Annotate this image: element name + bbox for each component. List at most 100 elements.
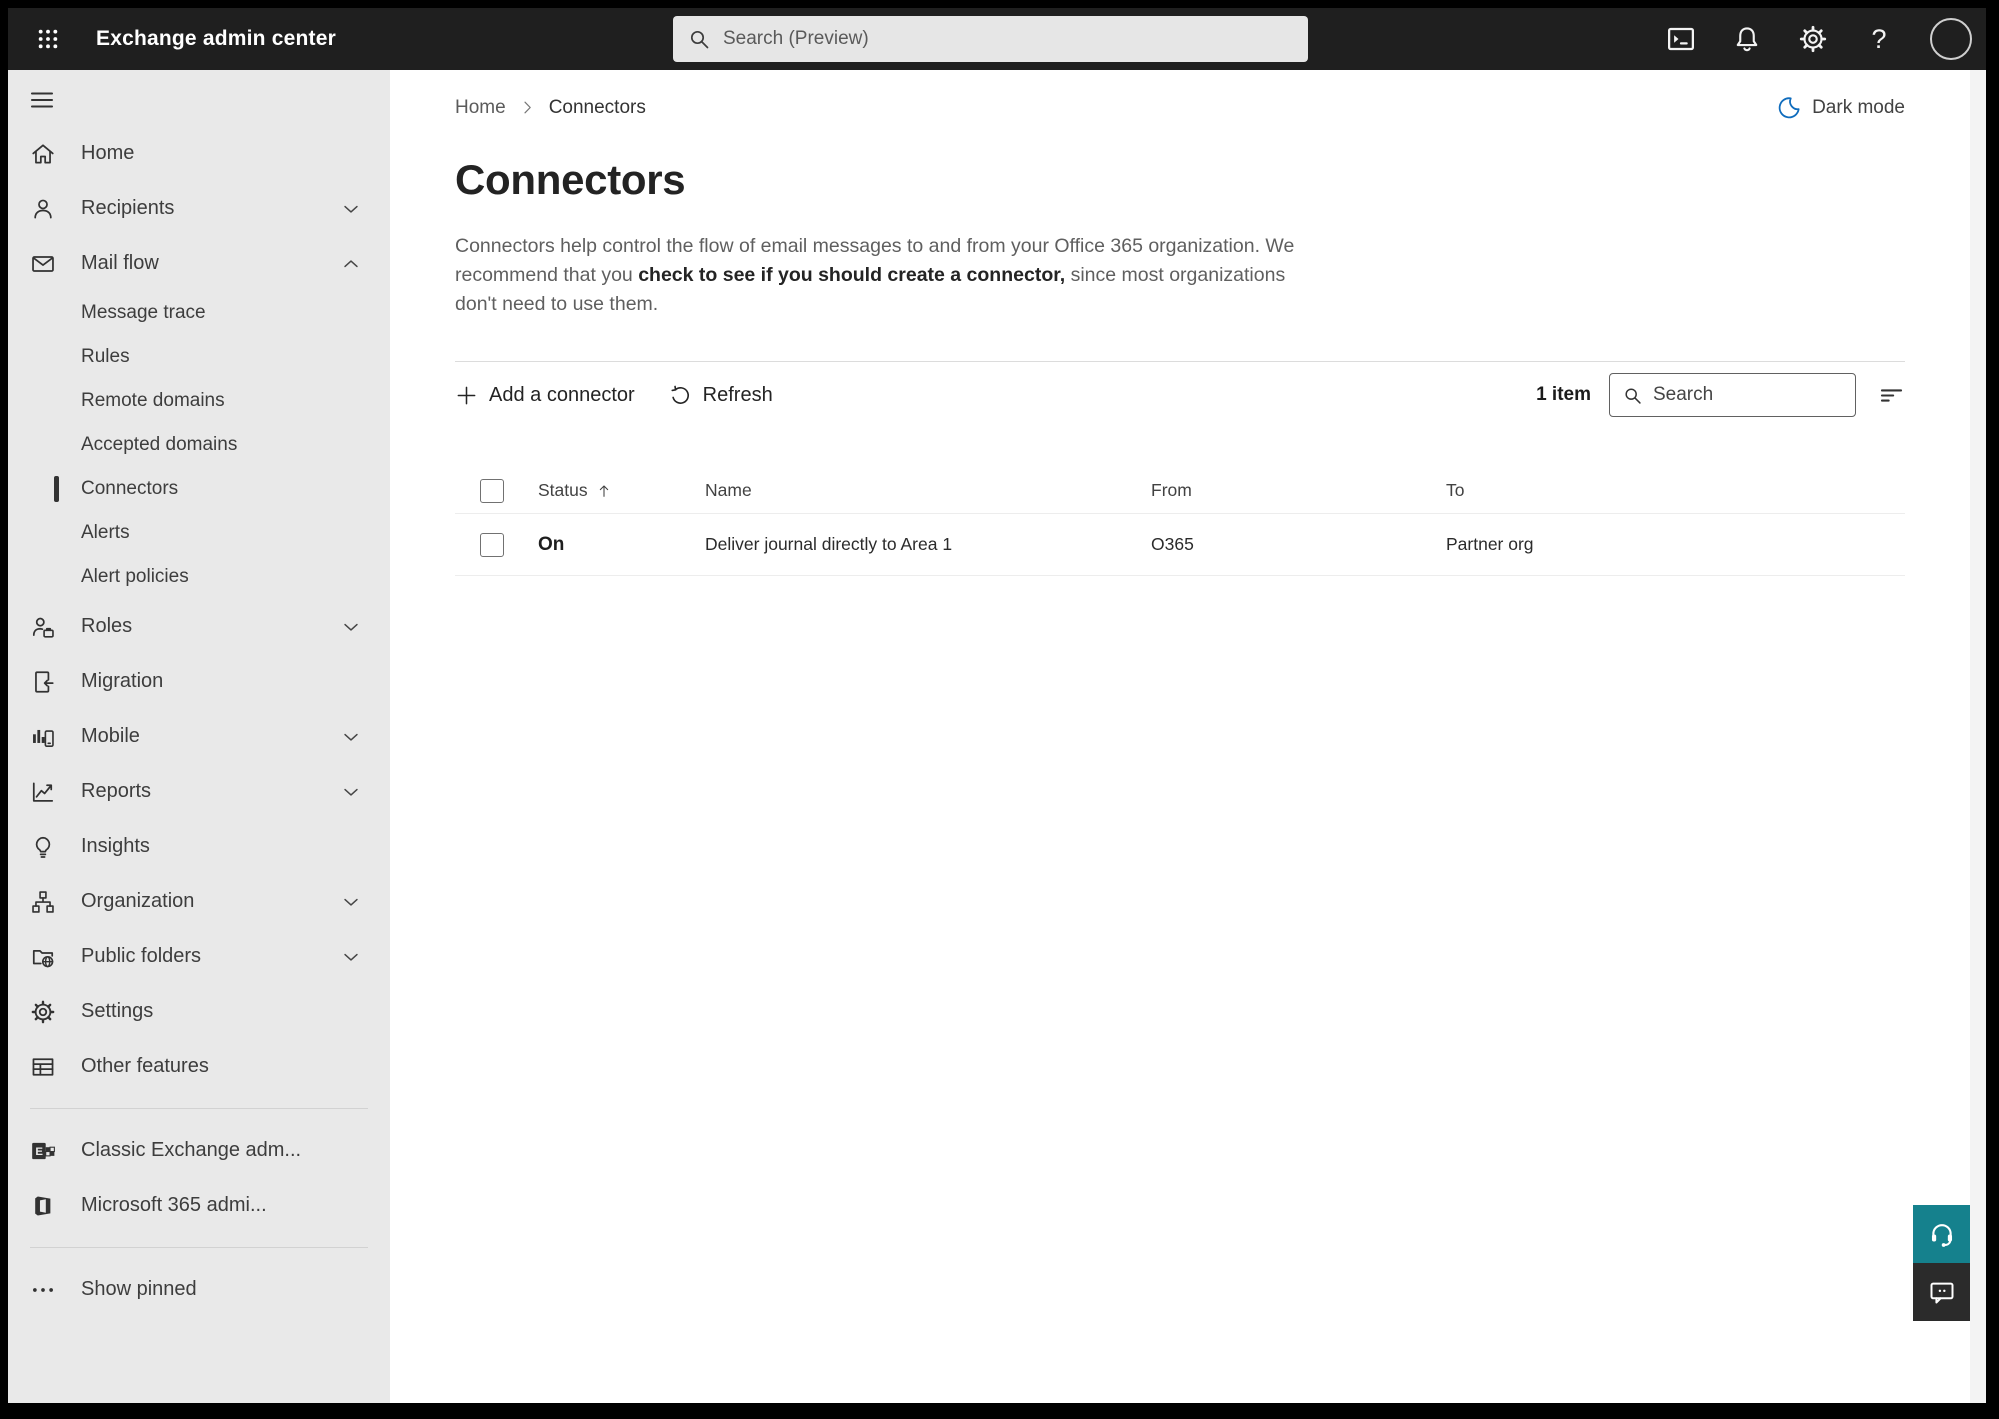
migration-icon xyxy=(30,669,56,695)
sidebar-item-microsoft-365-admi[interactable]: Microsoft 365 admi... xyxy=(8,1178,390,1233)
toolbar-right: 1 item xyxy=(1536,373,1905,417)
sidebar-item-settings[interactable]: Settings xyxy=(8,984,390,1039)
content: Home Connectors Dark mode Connectors Con… xyxy=(390,95,1986,576)
column-header-label: Name xyxy=(705,480,752,500)
app-launcher-button[interactable] xyxy=(28,19,68,59)
column-header-label: Status xyxy=(538,480,588,500)
settings-icon xyxy=(30,999,56,1025)
page-description: Connectors help control the flow of emai… xyxy=(455,232,1317,319)
column-header-label: To xyxy=(1446,480,1465,500)
sidebar-item-rules[interactable]: Rules xyxy=(8,335,390,379)
chevron-down-icon xyxy=(340,198,362,220)
sidebar-item-organization[interactable]: Organization xyxy=(8,874,390,929)
gear-icon[interactable] xyxy=(1798,24,1828,54)
plus-icon xyxy=(455,384,478,407)
column-header-name[interactable]: Name xyxy=(705,480,1151,501)
arrow-up-icon xyxy=(596,483,612,499)
scrollbar-track[interactable] xyxy=(1970,70,1986,1403)
sidebar-item-label: Classic Exchange adm... xyxy=(81,1139,302,1161)
terminal-icon[interactable] xyxy=(1666,24,1696,54)
cell-to: Partner org xyxy=(1446,534,1534,554)
chevron-down-icon xyxy=(340,616,362,638)
sidebar-collapse-button[interactable] xyxy=(8,82,390,118)
create-connector-check-link[interactable]: check to see if you should create a conn… xyxy=(638,264,1065,286)
sidebar-item-alert-policies[interactable]: Alert policies xyxy=(8,555,390,599)
other-features-icon xyxy=(30,1054,56,1080)
search-icon xyxy=(687,27,711,51)
sidebar-item-label: Organization xyxy=(81,890,195,912)
sidebar-item-mobile[interactable]: Mobile xyxy=(8,709,390,764)
sidebar-item-message-trace[interactable]: Message trace xyxy=(8,291,390,335)
sidebar-item-public-folders[interactable]: Public folders xyxy=(8,929,390,984)
app-title: Exchange admin center xyxy=(96,27,336,50)
chevron-right-icon xyxy=(519,99,536,116)
sidebar-item-roles[interactable]: Roles xyxy=(8,599,390,654)
breadcrumb: Home Connectors Dark mode xyxy=(455,95,1905,120)
column-header-label: From xyxy=(1151,480,1192,500)
item-count: 1 item xyxy=(1536,384,1591,405)
sidebar-item-label: Connectors xyxy=(81,478,179,499)
sidebar-item-classic-exchange-adm[interactable]: E Classic Exchange adm... xyxy=(8,1123,390,1178)
bell-icon[interactable] xyxy=(1732,24,1762,54)
column-header-status[interactable]: Status xyxy=(538,480,705,501)
sidebar-item-label: Rules xyxy=(81,346,130,367)
avatar[interactable] xyxy=(1930,18,1972,60)
list-search-input[interactable] xyxy=(1653,384,1843,406)
sidebar-item-label: Show pinned xyxy=(81,1278,197,1300)
table-row[interactable]: On Deliver journal directly to Area 1 O365… xyxy=(455,514,1905,576)
chevron-down-icon xyxy=(340,946,362,968)
chevron-up-icon xyxy=(340,253,362,275)
help-button[interactable] xyxy=(1913,1205,1970,1263)
topbar-icons: ? xyxy=(1666,18,1972,60)
cell-name[interactable]: Deliver journal directly to Area 1 xyxy=(705,534,1151,555)
chevron-down-icon xyxy=(340,891,362,913)
filter-icon[interactable] xyxy=(1878,382,1905,409)
sidebar: Home Recipients Mail flow Message trace Rule… xyxy=(8,70,390,1403)
public-folders-icon xyxy=(30,944,56,970)
connectors-table: Status Name From To On Deliver journal direc… xyxy=(455,468,1905,576)
feedback-button[interactable] xyxy=(1913,1263,1970,1321)
sidebar-item-other-features[interactable]: Other features xyxy=(8,1039,390,1094)
help-icon[interactable]: ? xyxy=(1864,24,1894,54)
sidebar-item-label: Settings xyxy=(81,1000,154,1022)
breadcrumb-current: Connectors xyxy=(548,96,646,118)
global-search-input[interactable] xyxy=(723,28,1294,50)
dark-mode-toggle[interactable]: Dark mode xyxy=(1777,95,1905,120)
cell-from: O365 xyxy=(1151,534,1194,554)
sidebar-item-alerts[interactable]: Alerts xyxy=(8,511,390,555)
sidebar-item-remote-domains[interactable]: Remote domains xyxy=(8,379,390,423)
breadcrumb-home[interactable]: Home xyxy=(455,97,506,119)
add-connector-label: Add a connector xyxy=(489,383,635,406)
column-header-from[interactable]: From xyxy=(1151,480,1446,501)
sidebar-item-show-pinned[interactable]: Show pinned xyxy=(8,1262,390,1317)
refresh-icon xyxy=(669,384,692,407)
row-checkbox[interactable] xyxy=(480,532,504,557)
mobile-icon xyxy=(30,724,56,750)
sidebar-item-label: Remote domains xyxy=(81,390,225,411)
sidebar-item-recipients[interactable]: Recipients xyxy=(8,181,390,236)
sidebar-divider xyxy=(30,1247,368,1248)
add-connector-button[interactable]: Add a connector xyxy=(455,384,635,407)
toolbar: Add a connector Refresh 1 item xyxy=(455,362,1905,428)
sidebar-item-label: Mobile xyxy=(81,725,140,747)
sidebar-item-label: Migration xyxy=(81,670,164,692)
sidebar-item-label: Other features xyxy=(81,1055,209,1077)
sidebar-item-accepted-domains[interactable]: Accepted domains xyxy=(8,423,390,467)
sidebar-item-home[interactable]: Home xyxy=(8,126,390,181)
column-header-to[interactable]: To xyxy=(1446,480,1905,501)
topbar: Exchange admin center ? xyxy=(8,8,1986,70)
select-all-checkbox[interactable] xyxy=(480,478,504,503)
sidebar-item-connectors[interactable]: Connectors xyxy=(8,467,390,511)
sidebar-item-migration[interactable]: Migration xyxy=(8,654,390,709)
global-search[interactable] xyxy=(673,16,1308,62)
list-search[interactable] xyxy=(1609,373,1856,417)
chevron-down-icon xyxy=(340,781,362,803)
refresh-button[interactable]: Refresh xyxy=(669,384,773,407)
sidebar-item-insights[interactable]: Insights xyxy=(8,819,390,874)
sidebar-item-reports[interactable]: Reports xyxy=(8,764,390,819)
sidebar-item-mail-flow[interactable]: Mail flow xyxy=(8,236,390,291)
waffle-icon xyxy=(37,28,59,50)
cell-status: On xyxy=(538,533,565,555)
hamburger-icon xyxy=(30,88,54,112)
svg-text:E: E xyxy=(35,1146,43,1158)
